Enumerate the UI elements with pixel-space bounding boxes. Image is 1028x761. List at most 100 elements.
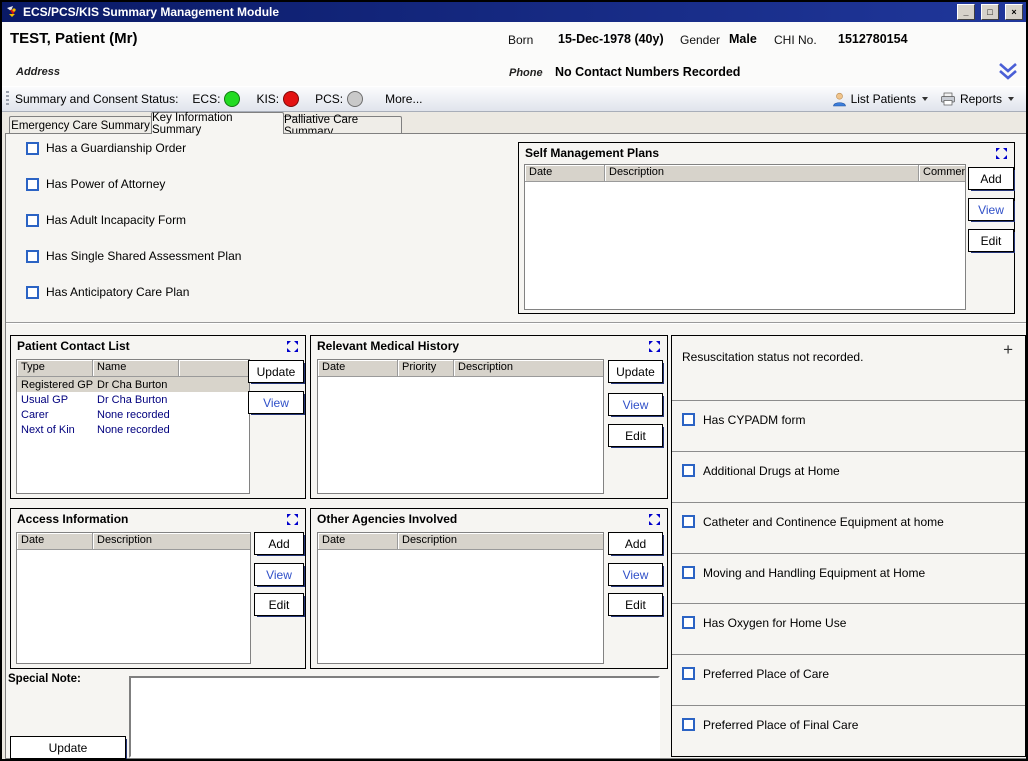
column-date[interactable]: Date	[318, 533, 398, 549]
special-note-textarea[interactable]	[129, 676, 660, 758]
checkbox[interactable]	[26, 214, 39, 227]
access-information-table[interactable]: Date Description	[16, 532, 251, 664]
table-body[interactable]	[17, 550, 250, 663]
flag-additional-drugs-at-home[interactable]: Additional Drugs at Home	[672, 451, 1025, 502]
flag-label: Preferred Place of Care	[703, 667, 829, 681]
maximize-button[interactable]: □	[981, 4, 999, 20]
button-label: Update	[616, 365, 655, 379]
add-button[interactable]: Add	[608, 532, 663, 555]
add-button[interactable]: Add	[254, 532, 304, 555]
column-date[interactable]: Date	[17, 533, 93, 549]
edit-button[interactable]: Edit	[968, 229, 1014, 252]
button-label: Add	[980, 172, 1001, 186]
view-button[interactable]: View	[248, 391, 304, 414]
table-body[interactable]	[525, 182, 965, 309]
column-description[interactable]: Description	[605, 165, 919, 181]
flag-oxygen-for-home-use[interactable]: Has Oxygen for Home Use	[672, 603, 1025, 654]
column-name[interactable]: Name	[93, 360, 179, 376]
flag-power-of-attorney[interactable]: Has Power of Attorney	[26, 177, 165, 191]
flag-guardianship-order[interactable]: Has a Guardianship Order	[26, 141, 186, 155]
special-note-update-button[interactable]: Update	[10, 736, 126, 759]
flag-moving-handling-equipment[interactable]: Moving and Handling Equipment at Home	[672, 553, 1025, 604]
table-body[interactable]	[318, 550, 603, 663]
contact-type: Next of Kin	[17, 424, 93, 436]
panel-title: Other Agencies Involved	[317, 512, 457, 526]
checkbox[interactable]	[682, 515, 695, 528]
column-type[interactable]: Type	[17, 360, 93, 376]
view-button[interactable]: View	[254, 563, 304, 586]
column-description[interactable]: Description	[398, 533, 603, 549]
table-row[interactable]: Registered GP Dr Cha Burton	[17, 377, 249, 392]
contact-name: Dr Cha Burton	[93, 379, 179, 391]
view-button[interactable]: View	[968, 198, 1014, 221]
checkbox[interactable]	[26, 286, 39, 299]
checkbox[interactable]	[682, 566, 695, 579]
table-row[interactable]: Carer None recorded	[17, 407, 249, 422]
other-agencies-table[interactable]: Date Description	[317, 532, 604, 664]
column-description[interactable]: Description	[93, 533, 250, 549]
expand-icon[interactable]	[995, 147, 1008, 160]
table-header: Type Name	[17, 360, 249, 377]
button-label: Update	[49, 741, 88, 755]
close-button[interactable]: ×	[1005, 4, 1023, 20]
flag-anticipatory-care-plan[interactable]: Has Anticipatory Care Plan	[26, 285, 189, 299]
expand-icon[interactable]	[648, 340, 661, 353]
flag-cypadm-form[interactable]: Has CYPADM form	[672, 400, 1025, 451]
button-label: Edit	[625, 429, 646, 443]
column-date[interactable]: Date	[318, 360, 398, 376]
expand-icon[interactable]	[648, 513, 661, 526]
checkbox[interactable]	[682, 616, 695, 629]
chevron-double-down-icon[interactable]	[997, 62, 1019, 82]
column-description[interactable]: Description	[454, 360, 603, 376]
minimize-button[interactable]: _	[957, 4, 975, 20]
tab-palliative-care-summary[interactable]: Palliative Care Summary	[283, 116, 402, 134]
pcs-label: PCS:	[315, 92, 343, 106]
checkbox[interactable]	[682, 667, 695, 680]
column-blank[interactable]	[179, 360, 249, 376]
list-patients-button[interactable]: List Patients	[826, 90, 934, 109]
checkbox[interactable]	[26, 250, 39, 263]
view-button[interactable]: View	[608, 563, 663, 586]
update-button[interactable]: Update	[608, 360, 663, 383]
expand-icon[interactable]	[286, 340, 299, 353]
flag-preferred-place-of-care[interactable]: Preferred Place of Care	[672, 654, 1025, 705]
add-button[interactable]: Add	[968, 167, 1014, 190]
tab-emergency-care-summary[interactable]: Emergency Care Summary	[9, 116, 152, 134]
button-label: View	[263, 396, 289, 410]
section-divider	[6, 322, 1026, 324]
more-link[interactable]: More...	[385, 92, 422, 106]
column-comments[interactable]: Comments	[919, 165, 965, 181]
edit-button[interactable]: Edit	[608, 424, 663, 447]
reports-button[interactable]: Reports	[934, 90, 1020, 108]
button-label: Edit	[625, 598, 646, 612]
update-button[interactable]: Update	[248, 360, 304, 383]
table-row[interactable]: Usual GP Dr Cha Burton	[17, 392, 249, 407]
table-row[interactable]: Next of Kin None recorded	[17, 422, 249, 437]
checkbox[interactable]	[682, 718, 695, 731]
checkbox[interactable]	[26, 142, 39, 155]
tab-key-information-summary[interactable]: Key Information Summary	[151, 112, 284, 134]
edit-button[interactable]: Edit	[608, 593, 663, 616]
patient-header: TEST, Patient (Mr) Born 15-Dec-1978 (40y…	[2, 22, 1026, 86]
edit-button[interactable]: Edit	[254, 593, 304, 616]
flag-catheter-continence-equipment[interactable]: Catheter and Continence Equipment at hom…	[672, 502, 1025, 553]
flag-preferred-place-of-final-care[interactable]: Preferred Place of Final Care	[672, 705, 1025, 756]
toolbar-grip[interactable]	[6, 91, 9, 107]
button-label: View	[978, 203, 1004, 217]
flag-adult-incapacity-form[interactable]: Has Adult Incapacity Form	[26, 213, 186, 227]
checkbox[interactable]	[682, 413, 695, 426]
panel-title: Relevant Medical History	[317, 339, 459, 353]
pcs-status-dot	[347, 91, 363, 107]
checkbox[interactable]	[26, 178, 39, 191]
table-body[interactable]	[318, 377, 603, 493]
self-management-plans-table[interactable]: Date Description Comments	[524, 164, 966, 310]
medical-history-table[interactable]: Date Priority Description	[317, 359, 604, 494]
column-priority[interactable]: Priority	[398, 360, 454, 376]
patient-contact-table[interactable]: Type Name Registered GP Dr Cha Burton Us…	[16, 359, 250, 494]
view-button[interactable]: View	[608, 393, 663, 416]
flag-single-shared-assessment-plan[interactable]: Has Single Shared Assessment Plan	[26, 249, 241, 263]
add-resuscitation-button[interactable]: +	[1003, 340, 1013, 360]
column-date[interactable]: Date	[525, 165, 605, 181]
expand-icon[interactable]	[286, 513, 299, 526]
checkbox[interactable]	[682, 464, 695, 477]
